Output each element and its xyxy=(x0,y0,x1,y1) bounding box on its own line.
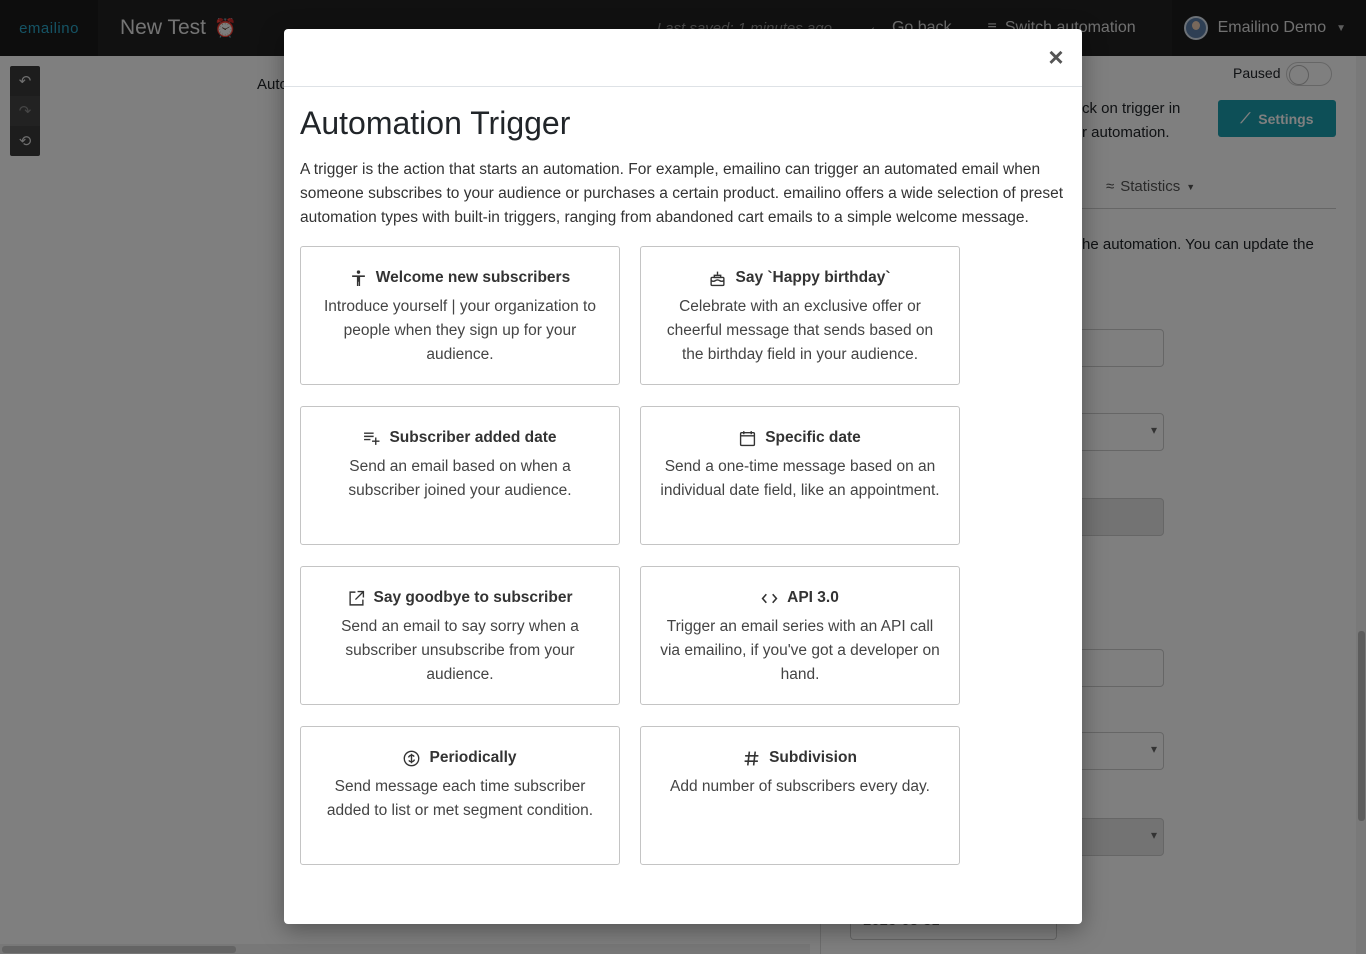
trigger-card-welcome[interactable]: Welcome new subscribers Introduce yourse… xyxy=(300,246,620,385)
calendar-icon xyxy=(740,430,756,446)
trigger-card-subscriber-added[interactable]: Subscriber added date Send an email base… xyxy=(300,406,620,545)
accessibility-person-icon xyxy=(351,269,365,286)
birthday-cake-icon xyxy=(710,271,726,286)
modal-description: A trigger is the action that starts an a… xyxy=(300,161,1064,226)
trigger-card-specific-date[interactable]: Specific date Send a one-time message ba… xyxy=(640,406,960,545)
modal-header: × xyxy=(284,29,1082,87)
trigger-card-subdivision[interactable]: Subdivision Add number of subscribers ev… xyxy=(640,726,960,865)
trigger-card-birthday[interactable]: Say `Happy birthday` Celebrate with an e… xyxy=(640,246,960,385)
playlist-add-icon xyxy=(364,431,380,445)
close-button[interactable]: × xyxy=(1044,42,1068,72)
trigger-card-periodically[interactable]: Periodically Send message each time subs… xyxy=(300,726,620,865)
recurring-icon xyxy=(404,750,420,766)
trigger-card-goodbye[interactable]: Say goodbye to subscriber Send an email … xyxy=(300,566,620,705)
hash-icon xyxy=(744,751,759,765)
automation-trigger-modal: × Automation Trigger A trigger is the ac… xyxy=(284,29,1082,924)
modal-title: Automation Trigger xyxy=(300,105,571,141)
code-icon xyxy=(761,593,778,603)
trigger-card-api[interactable]: API 3.0 Trigger an email series with an … xyxy=(640,566,960,705)
trigger-grid: Welcome new subscribers Introduce yourse… xyxy=(300,246,1066,865)
external-link-icon xyxy=(348,590,364,606)
close-icon: × xyxy=(1048,42,1064,72)
